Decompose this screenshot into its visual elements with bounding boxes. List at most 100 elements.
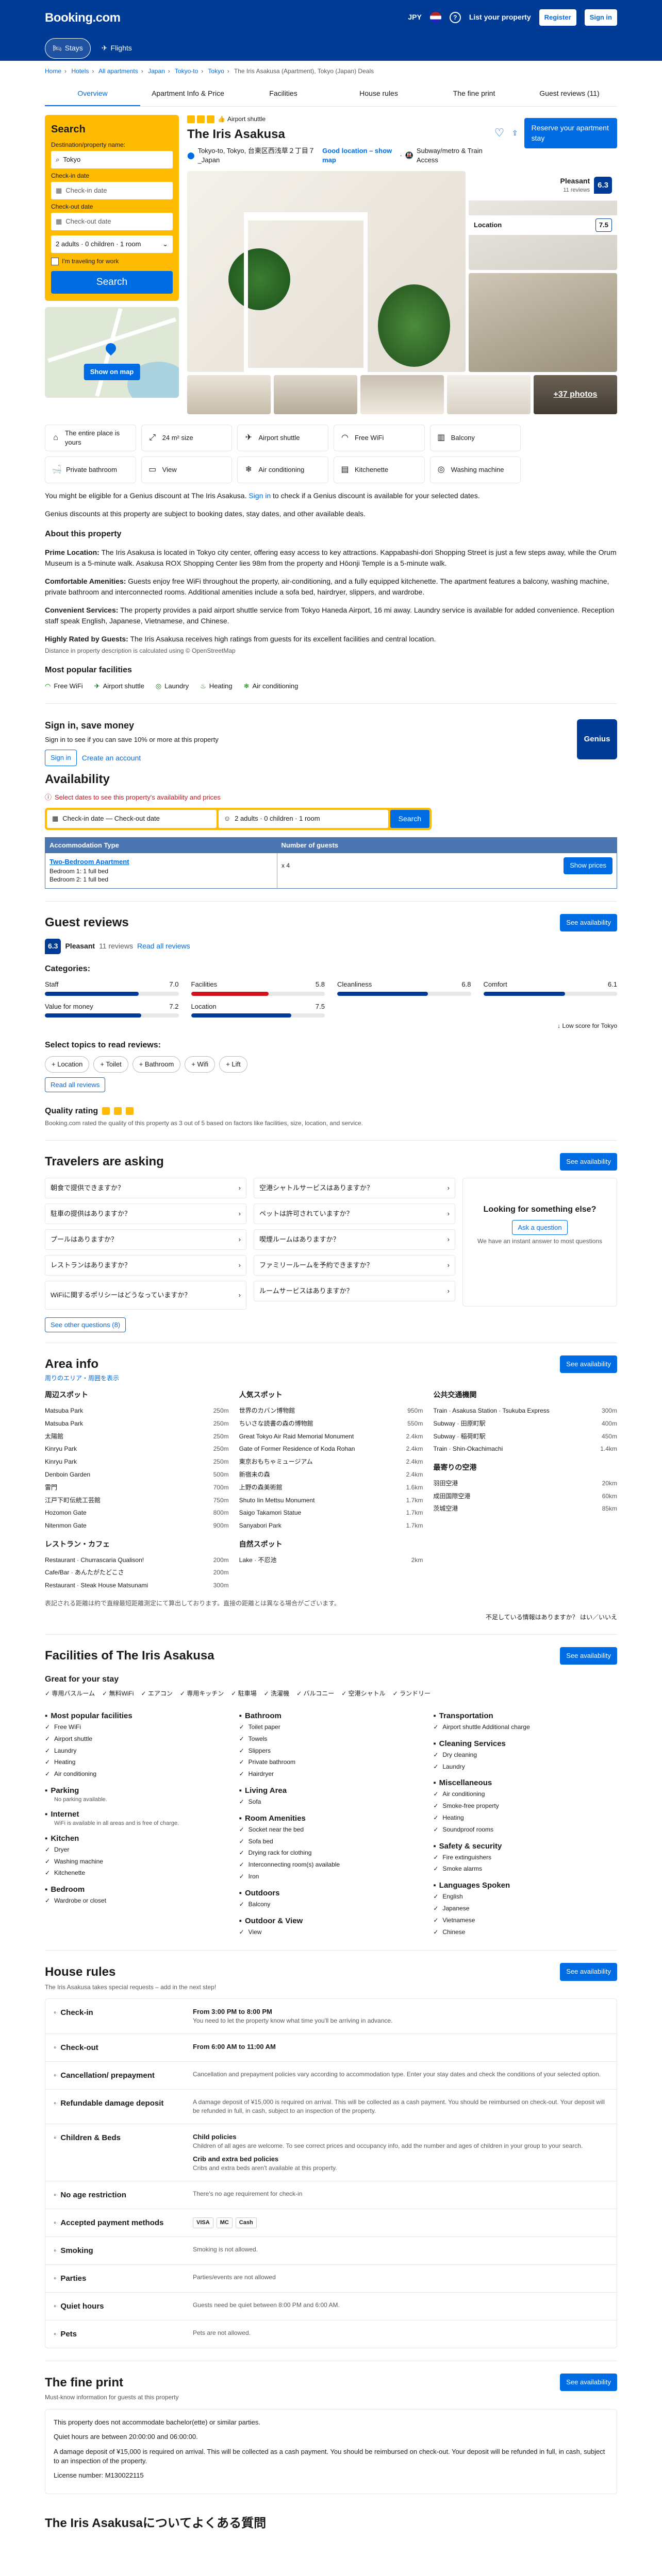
kitchen-icon: ▪ (45, 1834, 48, 1843)
breadcrumb-hotels[interactable]: Hotels (71, 67, 89, 75)
show-on-map-button[interactable]: Show on map (84, 364, 140, 381)
currency-button[interactable]: JPY (408, 12, 421, 23)
create-account-link[interactable]: Create an account (82, 753, 141, 764)
thumbnail[interactable] (360, 375, 444, 415)
tab-facilities[interactable]: Facilities (236, 82, 331, 107)
side-photo-reviews[interactable]: Pleasant 11 reviews 6.3 Location 7.5 (469, 171, 617, 270)
facility-group-title: ▪ Room Amenities (239, 1814, 306, 1823)
main-photo[interactable] (187, 171, 466, 372)
see-other-questions-button[interactable]: See other questions (8) (45, 1317, 126, 1333)
list-item: Subway · 田原町駅 400m (433, 1419, 617, 1427)
review-summary[interactable]: Pleasant 11 reviews 6.3 (469, 171, 617, 201)
read-all-reviews-button[interactable]: Read all reviews (45, 1077, 106, 1093)
guests-select[interactable]: 2 adults · 0 children · 1 room ⌄ (51, 235, 173, 253)
topic-lift[interactable]: + Lift (219, 1056, 247, 1073)
work-travel-checkbox[interactable]: I'm traveling for work (51, 257, 173, 266)
genius-signin-link[interactable]: Sign in (249, 492, 271, 500)
area-map-link[interactable]: 周りのエリア・周囲を表示 (45, 1375, 119, 1382)
question-item[interactable]: レストランはありますか？ › (45, 1255, 246, 1276)
questions-section: Travelers are asking See availability 朝食で… (45, 1153, 617, 1333)
heating-icon: ♨ (200, 682, 206, 690)
breadcrumb-japan[interactable]: Japan (148, 67, 165, 75)
tab-overview[interactable]: Overview (45, 82, 140, 107)
chevron-right-icon: › (238, 1183, 241, 1192)
see-availability-button[interactable]: See availability (560, 1355, 617, 1373)
question-item[interactable]: プールはありますか？ › (45, 1229, 246, 1250)
tab-reviews[interactable]: Guest reviews (11) (522, 82, 617, 107)
search-button[interactable]: Search (51, 271, 173, 294)
question-item[interactable]: 朝食で提供できますか？ › (45, 1178, 246, 1199)
facility-column: ▪TransportationAirport shuttle Additiona… (433, 1705, 617, 1938)
tab-stays[interactable]: 🛏 Stays (45, 38, 91, 59)
question-item[interactable]: 駐車の提供はありますか？ › (45, 1204, 246, 1225)
chevron-right-icon: › (238, 1209, 241, 1217)
language-flag-icon[interactable] (429, 12, 441, 24)
list-property-link[interactable]: List your property (469, 12, 531, 23)
see-availability-button[interactable]: See availability (560, 2374, 617, 2392)
breadcrumb-tokyo[interactable]: Tokyo (208, 67, 224, 75)
see-availability-button[interactable]: See availability (560, 1153, 617, 1171)
see-availability-button[interactable]: See availability (560, 1647, 617, 1665)
rule-icon: ◦ (54, 2133, 57, 2142)
show-prices-button[interactable]: Show prices (564, 857, 613, 874)
topic-wifi[interactable]: + Wifi (185, 1056, 216, 1073)
ask-question-button[interactable]: Ask a question (512, 1220, 568, 1235)
date-range-input[interactable]: ▦ Check-in date — Check-out date (47, 809, 217, 828)
topic-location[interactable]: + Location (45, 1056, 90, 1073)
tab-fine-print[interactable]: The fine print (426, 82, 522, 107)
see-availability-button[interactable]: See availability (560, 914, 617, 932)
promo-signin-button[interactable]: Sign in (45, 750, 77, 767)
question-item[interactable]: WiFiに関するポリシーはどうなっていますか？ › (45, 1281, 246, 1310)
facility-item: Balcony (239, 1899, 423, 1910)
washer-icon: ◎ (437, 465, 445, 474)
topic-toilet[interactable]: + Toilet (93, 1056, 128, 1073)
rule-icon: ◦ (54, 2008, 57, 2018)
popular-heading: Most popular facilities (45, 666, 132, 675)
breadcrumb-home[interactable]: Home (45, 67, 61, 75)
heart-icon[interactable]: ♡ (494, 127, 505, 140)
tab-flights[interactable]: ✈ Flights (94, 38, 140, 59)
question-item[interactable]: ファミリールームを予約できますか？ › (254, 1255, 455, 1276)
help-icon[interactable]: ? (449, 12, 461, 24)
see-availability-button[interactable]: See availability (560, 1963, 617, 1981)
guests-input[interactable]: ☺ 2 adults · 0 children · 1 room (218, 809, 388, 828)
question-item[interactable]: ペットは許可されていますか？ › (254, 1204, 455, 1225)
map-preview[interactable]: Show on map (45, 307, 179, 398)
logo[interactable]: Booking.com (45, 9, 121, 27)
side-photo[interactable] (469, 273, 617, 372)
thumbnail[interactable] (274, 375, 357, 415)
read-reviews-link[interactable]: Read all reviews (137, 941, 190, 952)
destination-input[interactable]: ⌕ Tokyo (51, 151, 173, 169)
breadcrumb-apartments[interactable]: All apartments (98, 67, 138, 75)
list-item: 羽田空港 20km (433, 1479, 617, 1487)
show-map-link[interactable]: Good location – show map (322, 146, 396, 165)
topic-bathroom[interactable]: + Bathroom (132, 1056, 181, 1073)
share-icon[interactable]: ⇪ (512, 128, 518, 139)
destination-label: Destination/property name: (51, 141, 126, 149)
question-item[interactable]: 空港シャトルサービスはありますか？ › (254, 1178, 455, 1199)
room-link[interactable]: Two-Bedroom Apartment (49, 858, 129, 866)
question-item[interactable]: 喫煙ルームはありますか？ › (254, 1229, 455, 1250)
checkout-input[interactable]: ▦ Check-out date (51, 213, 173, 231)
availability-search-button[interactable]: Search (390, 809, 430, 828)
breadcrumb-tokyo-to[interactable]: Tokyo-to (175, 67, 198, 75)
thumbnail[interactable] (447, 375, 531, 415)
checkin-input[interactable]: ▦ Check-in date (51, 182, 173, 200)
parking-icon: ▪ (45, 1786, 48, 1795)
rule-icon: ◦ (54, 2043, 57, 2053)
stay-facility: ✓ 駐車場 (231, 1690, 257, 1698)
quality-star-icon (102, 1107, 110, 1115)
question-item[interactable]: ルームサービスはありますか？ › (254, 1281, 455, 1302)
more-photos-thumbnail[interactable]: +37 photos (534, 375, 617, 415)
clean-icon: ▪ (433, 1739, 436, 1748)
tab-house-rules[interactable]: House rules (331, 82, 426, 107)
quality-star-icon (126, 1107, 134, 1115)
missing-info-prompt[interactable]: 不足している情報はありますか？ はい／いいえ (45, 1613, 617, 1622)
reserve-button[interactable]: Reserve your apartment stay (524, 118, 617, 149)
signin-button[interactable]: Sign in (584, 9, 617, 26)
thumbnail[interactable] (187, 375, 271, 415)
register-button[interactable]: Register (539, 9, 576, 26)
photo-thumbnails: +37 photos (187, 375, 617, 415)
tab-info-price[interactable]: Apartment Info & Price (140, 82, 236, 107)
facility-item: Free WiFi (45, 1721, 229, 1733)
